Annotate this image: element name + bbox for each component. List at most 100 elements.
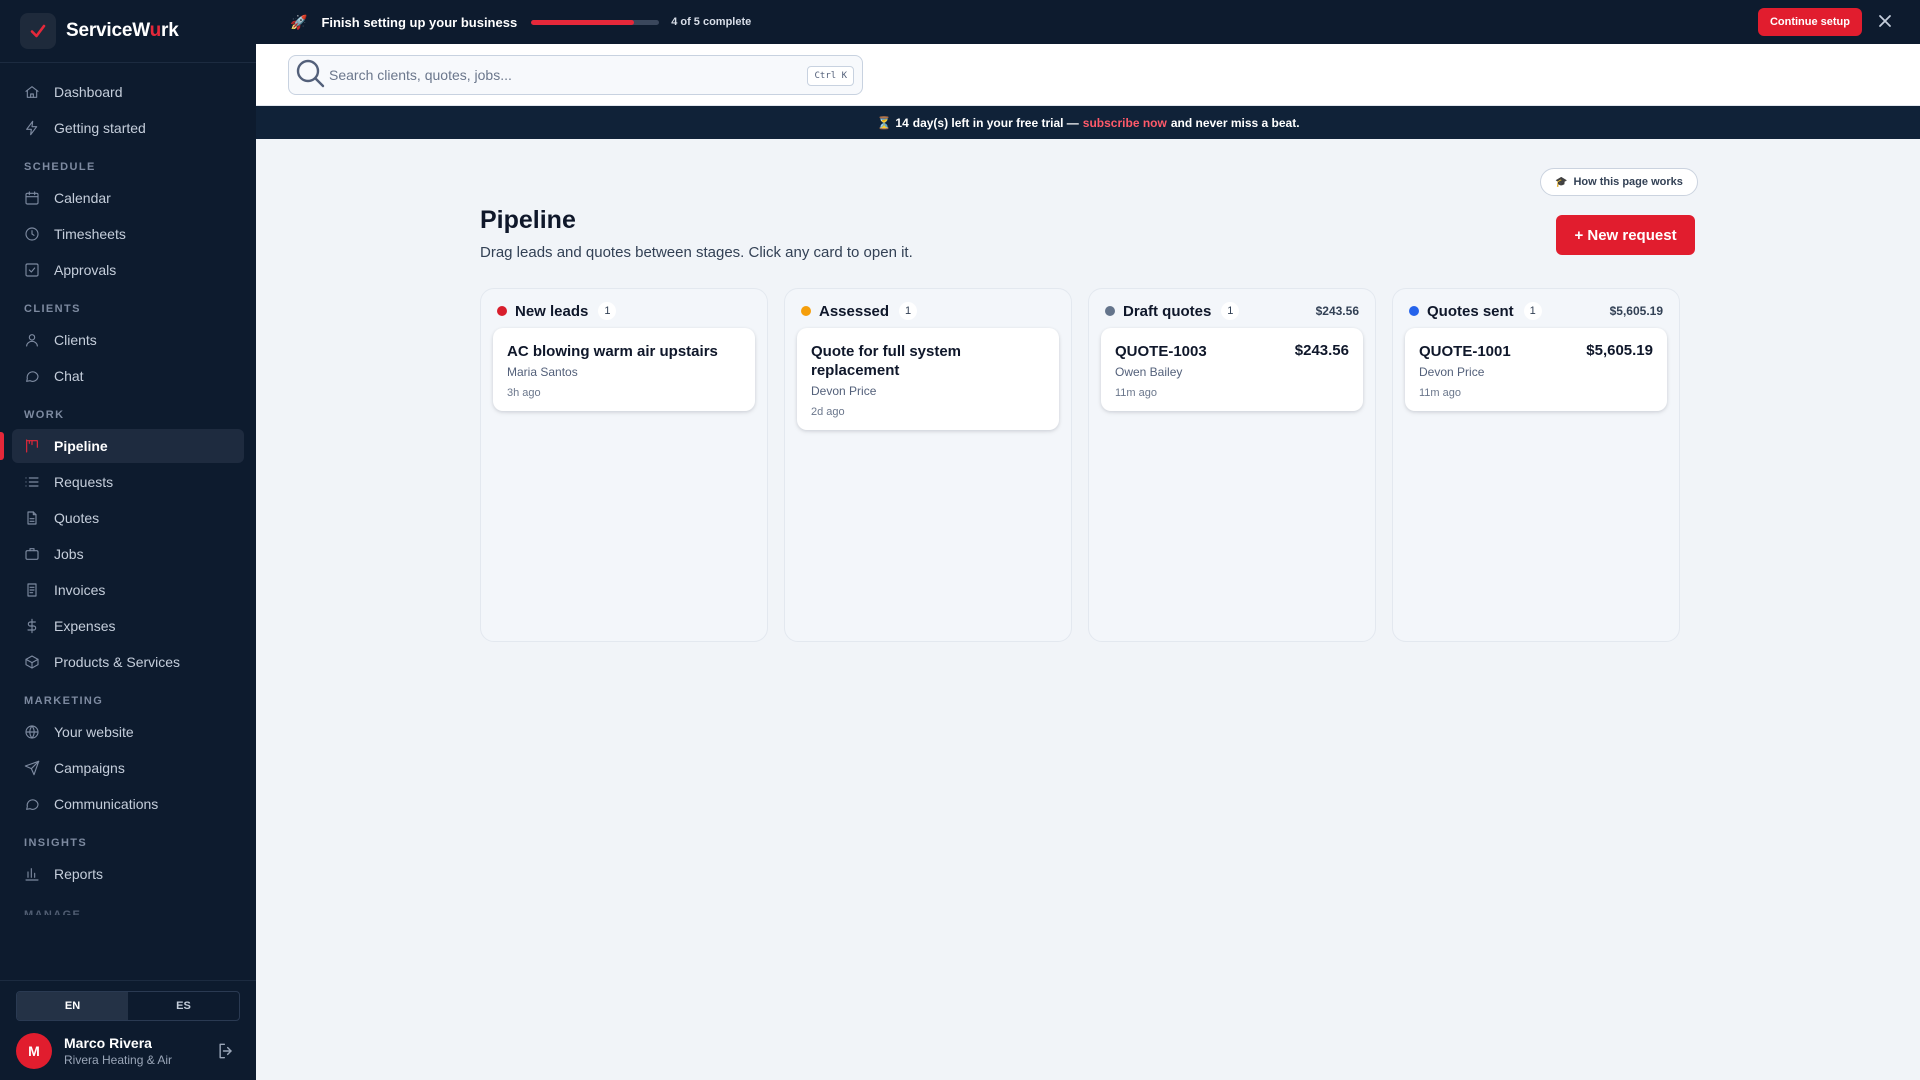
nav-chat[interactable]: Chat xyxy=(12,359,244,393)
dollar-icon xyxy=(24,618,40,634)
nav-section-work: WORK xyxy=(24,409,65,421)
pipeline-column: Draft quotes 1 $243.56 QUOTE-1003 $243.56 Owe… xyxy=(1088,288,1376,642)
pipeline-card[interactable]: QUOTE-1003 $243.56 Owen Bailey 11m ago xyxy=(1101,328,1363,411)
pipeline-card[interactable]: Quote for full system replacement Devon P… xyxy=(797,328,1059,430)
setup-progress-count: 4 of 5 complete xyxy=(671,16,752,28)
column-header: Assessed 1 xyxy=(797,301,1059,321)
nav-expenses[interactable]: Expenses xyxy=(12,609,244,643)
pipeline-card[interactable]: AC blowing warm air upstairs Maria Santos… xyxy=(493,328,755,411)
nav-products-services[interactable]: Products & Services xyxy=(12,645,244,679)
card-amount: $5,605.19 xyxy=(1586,342,1653,359)
trial-text: day(s) left in your free trial — xyxy=(912,115,1079,130)
nav-campaigns[interactable]: Campaigns xyxy=(12,751,244,785)
lightning-icon xyxy=(24,120,40,136)
nav-timesheets[interactable]: Timesheets xyxy=(12,217,244,251)
how-this-page-works-label: How this page works xyxy=(1573,176,1683,188)
card-amount: $243.56 xyxy=(1294,342,1349,359)
column-total: $5,605.19 xyxy=(1609,304,1663,318)
card-client: Maria Santos xyxy=(507,365,578,379)
nav-invoices[interactable]: Invoices xyxy=(12,573,244,607)
nav-clients[interactable]: Clients xyxy=(12,323,244,357)
page-title: Pipeline xyxy=(480,206,576,234)
card-time: 11m ago xyxy=(1419,387,1461,399)
setup-title: Finish setting up your business xyxy=(321,14,518,30)
subscribe-link[interactable]: subscribe now xyxy=(1083,116,1167,130)
nav-item-label: Invoices xyxy=(54,582,106,598)
column-header: Quotes sent 1 $5,605.19 xyxy=(1405,301,1667,321)
brand[interactable]: ServiceWurk xyxy=(0,0,256,63)
how-this-page-works-button[interactable]: 🎓 How this page works xyxy=(1540,168,1698,196)
invoice-icon xyxy=(24,582,40,598)
list-icon xyxy=(24,474,40,490)
nav-item-label: Chat xyxy=(54,368,84,384)
nav-quotes[interactable]: Quotes xyxy=(12,501,244,535)
stage-dot-icon xyxy=(497,306,507,316)
stage-dot-icon xyxy=(801,306,811,316)
nav-item-label: Quotes xyxy=(54,510,100,526)
nav-section-manage: MANAGE xyxy=(24,909,82,915)
setup-progress-bar xyxy=(531,19,660,25)
nav-item-label: Timesheets xyxy=(54,226,126,242)
search-box[interactable]: Ctrl K xyxy=(288,55,863,95)
nav-reports[interactable]: Reports xyxy=(12,857,244,891)
column-total: $243.56 xyxy=(1315,304,1359,318)
nav-jobs[interactable]: Jobs xyxy=(12,537,244,571)
close-icon[interactable] xyxy=(1878,14,1892,28)
user-name: Marco Rivera xyxy=(64,1035,152,1051)
brand-name: ServiceWurk xyxy=(66,20,179,41)
setup-progress-fill xyxy=(531,19,634,25)
nav-approvals[interactable]: Approvals xyxy=(12,253,244,287)
nav-item-label: Calendar xyxy=(54,190,111,206)
graduation-cap-icon: 🎓 xyxy=(1555,176,1568,188)
nav-pipeline[interactable]: Pipeline xyxy=(0,429,244,463)
nav-item-label: Getting started xyxy=(54,120,146,136)
column-count-badge: 1 xyxy=(899,302,918,320)
nav-your-website[interactable]: Your website xyxy=(12,715,244,749)
clock-icon xyxy=(24,226,40,242)
setup-banner: 🚀 Finish setting up your business 4 of 5… xyxy=(256,0,1920,44)
column-count-badge: 1 xyxy=(1221,302,1240,320)
pipeline-board: New leads 1 AC blowing warm air upstairs Ma… xyxy=(480,288,1680,642)
user-profile[interactable]: M Marco Rivera Rivera Heating & Air xyxy=(16,1031,240,1071)
nav-item-label: Campaigns xyxy=(54,760,125,776)
stage-dot-icon xyxy=(1409,306,1419,316)
column-title: Draft quotes xyxy=(1123,302,1212,320)
card-title: AC blowing warm air upstairs xyxy=(507,343,718,360)
pipeline-column: Assessed 1 Quote for full system replaceme… xyxy=(784,288,1072,642)
nav-item-label: Approvals xyxy=(54,262,117,278)
pipeline-column: New leads 1 AC blowing warm air upstairs Ma… xyxy=(480,288,768,642)
search-input[interactable] xyxy=(329,67,789,83)
home-icon xyxy=(24,84,40,100)
stage-dot-icon xyxy=(1105,306,1115,316)
nav-item-label: Clients xyxy=(54,332,97,348)
search-icon xyxy=(295,58,325,93)
chat-icon xyxy=(24,796,40,812)
nav-communications[interactable]: Communications xyxy=(12,787,244,821)
trial-text-end: and never miss a beat. xyxy=(1170,115,1300,130)
language-en-button[interactable]: EN xyxy=(17,992,128,1020)
pipeline-column: Quotes sent 1 $5,605.19 QUOTE-1001 $5,605.19… xyxy=(1392,288,1680,642)
column-title: New leads xyxy=(515,302,589,320)
check-square-icon xyxy=(24,262,40,278)
nav-dashboard[interactable]: Dashboard xyxy=(12,75,244,109)
checkmark-logo-icon xyxy=(20,13,56,49)
pipeline-icon xyxy=(24,438,40,454)
sidebar-nav: Dashboard Getting started SCHEDULE Calendar… xyxy=(0,63,256,915)
continue-setup-button[interactable]: Continue setup xyxy=(1757,8,1862,36)
card-time: 11m ago xyxy=(1115,387,1157,399)
column-title: Quotes sent xyxy=(1427,302,1514,320)
new-request-button[interactable]: + New request xyxy=(1556,215,1695,255)
pipeline-card[interactable]: QUOTE-1001 $5,605.19 Devon Price 11m ago xyxy=(1405,328,1667,411)
language-es-button[interactable]: ES xyxy=(128,992,239,1020)
column-title: Assessed xyxy=(819,302,890,320)
page-subtitle: Drag leads and quotes between stages. Cl… xyxy=(480,244,913,261)
chat-icon xyxy=(24,368,40,384)
avatar: M xyxy=(16,1033,52,1069)
column-count-badge: 1 xyxy=(1523,302,1542,320)
nav-item-label: Pipeline xyxy=(54,438,108,454)
nav-requests[interactable]: Requests xyxy=(12,465,244,499)
nav-item-label: Your website xyxy=(54,724,134,740)
nav-calendar[interactable]: Calendar xyxy=(12,181,244,215)
logout-icon[interactable] xyxy=(216,1041,236,1066)
nav-getting-started[interactable]: Getting started xyxy=(12,111,244,145)
